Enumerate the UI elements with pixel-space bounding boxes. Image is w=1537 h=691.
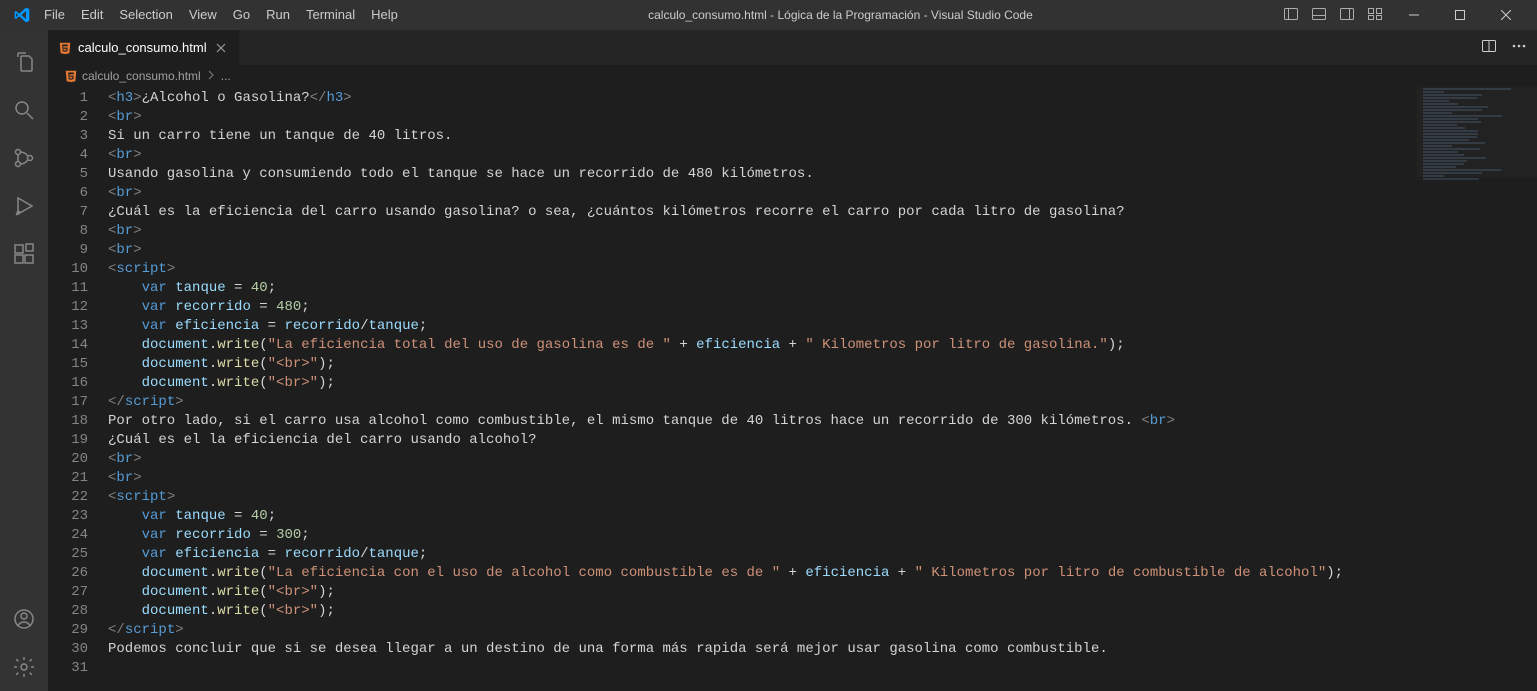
minimap-slider[interactable] — [1417, 87, 1537, 177]
menu-edit[interactable]: Edit — [73, 0, 111, 30]
toggle-panel-right-icon[interactable] — [1339, 6, 1355, 25]
close-button[interactable] — [1483, 0, 1529, 30]
toggle-panel-bottom-icon[interactable] — [1311, 6, 1327, 25]
editor-area: calculo_consumo.html calculo_consumo.htm… — [48, 30, 1537, 691]
menu-selection[interactable]: Selection — [111, 0, 180, 30]
settings-gear-icon[interactable] — [0, 643, 48, 691]
window-controls — [1391, 0, 1529, 30]
html-file-icon — [64, 69, 78, 83]
accounts-icon[interactable] — [0, 595, 48, 643]
breadcrumb-rest: ... — [221, 69, 231, 83]
menu-help[interactable]: Help — [363, 0, 406, 30]
source-control-icon[interactable] — [0, 134, 48, 182]
menu-bar: FileEditSelectionViewGoRunTerminalHelp — [36, 0, 406, 30]
vscode-logo-icon — [8, 7, 36, 23]
chevron-right-icon — [205, 69, 217, 84]
breadcrumb[interactable]: calculo_consumo.html ... — [48, 65, 1537, 87]
layout-controls — [1275, 6, 1391, 25]
window-title: calculo_consumo.html - Lógica de la Prog… — [406, 8, 1275, 22]
customize-layout-icon[interactable] — [1367, 6, 1383, 25]
activity-bar — [0, 30, 48, 691]
more-actions-icon[interactable] — [1511, 38, 1527, 57]
menu-terminal[interactable]: Terminal — [298, 0, 363, 30]
menu-view[interactable]: View — [181, 0, 225, 30]
minimap[interactable] — [1417, 87, 1537, 691]
menu-file[interactable]: File — [36, 0, 73, 30]
tab-calculo-consumo[interactable]: calculo_consumo.html — [48, 30, 240, 65]
minimize-button[interactable] — [1391, 0, 1437, 30]
tab-close-icon[interactable] — [213, 40, 229, 56]
extensions-icon[interactable] — [0, 230, 48, 278]
run-debug-icon[interactable] — [0, 182, 48, 230]
maximize-button[interactable] — [1437, 0, 1483, 30]
split-editor-icon[interactable] — [1481, 38, 1497, 57]
breadcrumb-file: calculo_consumo.html — [82, 69, 201, 83]
html-file-icon — [58, 41, 72, 55]
editor-actions — [1471, 30, 1537, 65]
toggle-panel-left-icon[interactable] — [1283, 6, 1299, 25]
search-icon[interactable] — [0, 86, 48, 134]
code-content[interactable]: <h3>¿Alcohol o Gasolina?</h3><br>Si un c… — [108, 87, 1537, 691]
menu-run[interactable]: Run — [258, 0, 298, 30]
line-gutter: 1234567891011121314151617181920212223242… — [48, 87, 108, 691]
code-editor[interactable]: 1234567891011121314151617181920212223242… — [48, 87, 1537, 691]
title-bar: FileEditSelectionViewGoRunTerminalHelp c… — [0, 0, 1537, 30]
menu-go[interactable]: Go — [225, 0, 258, 30]
tab-label: calculo_consumo.html — [78, 40, 207, 55]
editor-tabs: calculo_consumo.html — [48, 30, 1537, 65]
explorer-icon[interactable] — [0, 38, 48, 86]
